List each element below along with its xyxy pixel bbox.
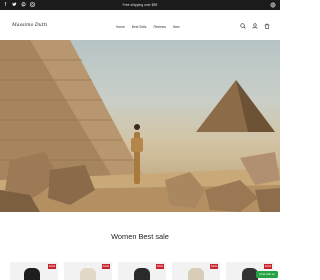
section-title: Women Best sale	[111, 232, 169, 241]
hero-image	[0, 40, 280, 212]
sale-badge: SALE	[156, 264, 164, 269]
nav-best-sells[interactable]: Best Sells	[132, 25, 147, 29]
product-image	[24, 268, 40, 280]
hero-banner[interactable]	[0, 40, 280, 212]
product-image	[80, 268, 96, 280]
sale-badge: SALE	[210, 264, 218, 269]
sale-badge: SALE	[264, 264, 272, 269]
search-icon[interactable]	[240, 22, 246, 29]
product-card[interactable]: SALE	[172, 262, 220, 280]
product-card[interactable]: SALE	[118, 262, 166, 280]
nav-reviews[interactable]: Reviews	[153, 25, 165, 29]
product-card[interactable]: SALE	[64, 262, 112, 280]
site-header: Massimo Dutti Home Best Sells Reviews Ne…	[0, 10, 280, 40]
main-nav: Home Best Sells Reviews New	[116, 25, 180, 29]
brand-logo[interactable]: Massimo Dutti	[12, 23, 47, 28]
nav-home[interactable]: Home	[116, 25, 125, 29]
promo-text: Free shipping over $99	[122, 2, 158, 7]
sale-badge: SALE	[48, 264, 56, 269]
nav-new[interactable]: New	[173, 25, 180, 29]
top-announcement-bar: f Free shipping over $99	[0, 0, 280, 10]
product-card[interactable]: SALE	[10, 262, 58, 280]
header-icons	[240, 22, 270, 29]
product-image	[134, 268, 150, 280]
user-icon[interactable]	[252, 22, 258, 29]
cart-icon[interactable]	[264, 23, 270, 29]
globe-icon[interactable]	[270, 2, 276, 10]
product-grid: SALE SALE SALE SALE SALE Chat with us	[0, 262, 280, 280]
product-image	[188, 268, 204, 280]
sale-badge: SALE	[102, 264, 110, 269]
chat-button[interactable]: Chat with us	[256, 271, 278, 278]
